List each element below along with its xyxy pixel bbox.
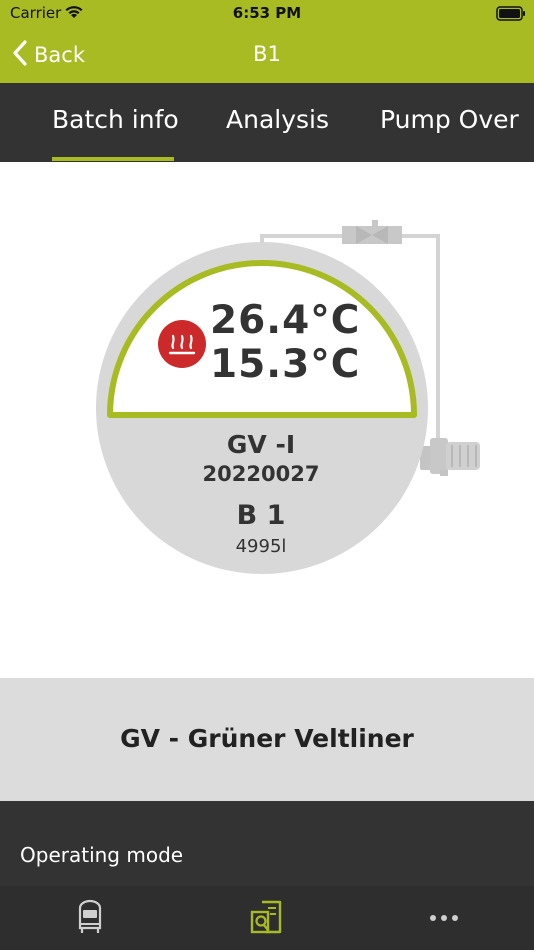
tab-batch-info[interactable]: Batch info xyxy=(52,105,179,134)
tank-icon[interactable] xyxy=(70,896,110,936)
tank-name: B 1 xyxy=(236,500,286,531)
tab-analysis[interactable]: Analysis xyxy=(226,105,329,134)
temperature-target: 15.3°C xyxy=(210,342,361,387)
tab-bar-top: Batch info Analysis Pump Over xyxy=(0,83,534,162)
variety-label: GV - Grüner Veltliner xyxy=(120,724,414,753)
battery-icon xyxy=(496,6,526,26)
clock-label: 6:53 PM xyxy=(232,4,302,22)
tank-content-code: GV -I xyxy=(226,430,296,459)
variety-section: GV - Grüner Veltliner xyxy=(0,678,534,801)
heating-icon xyxy=(158,320,206,368)
tank-area: 26.4°C 15.3°C GV -I 20220027 B 1 4995l xyxy=(0,162,534,678)
batch-number: 20220027 xyxy=(202,462,320,486)
temperature-current: 26.4°C xyxy=(210,298,361,343)
tab-pump-over[interactable]: Pump Over xyxy=(380,105,519,134)
selected-tab-indicator xyxy=(52,157,174,161)
navigation-bar: Back B1 xyxy=(0,30,534,83)
valve-icon xyxy=(342,220,402,244)
document-search-icon[interactable] xyxy=(246,896,286,936)
tank-diagram[interactable] xyxy=(0,162,534,678)
operating-mode-label: Operating mode xyxy=(20,843,184,867)
pump-motor-icon xyxy=(420,438,480,476)
tank-volume: 4995l xyxy=(235,536,287,557)
bottom-tab-bar xyxy=(0,886,534,950)
page-title: B1 xyxy=(253,42,281,66)
operating-mode-section[interactable]: Operating mode xyxy=(0,801,534,886)
status-bar: Carrier 6:53 PM xyxy=(0,0,534,30)
more-icon[interactable] xyxy=(424,896,464,936)
